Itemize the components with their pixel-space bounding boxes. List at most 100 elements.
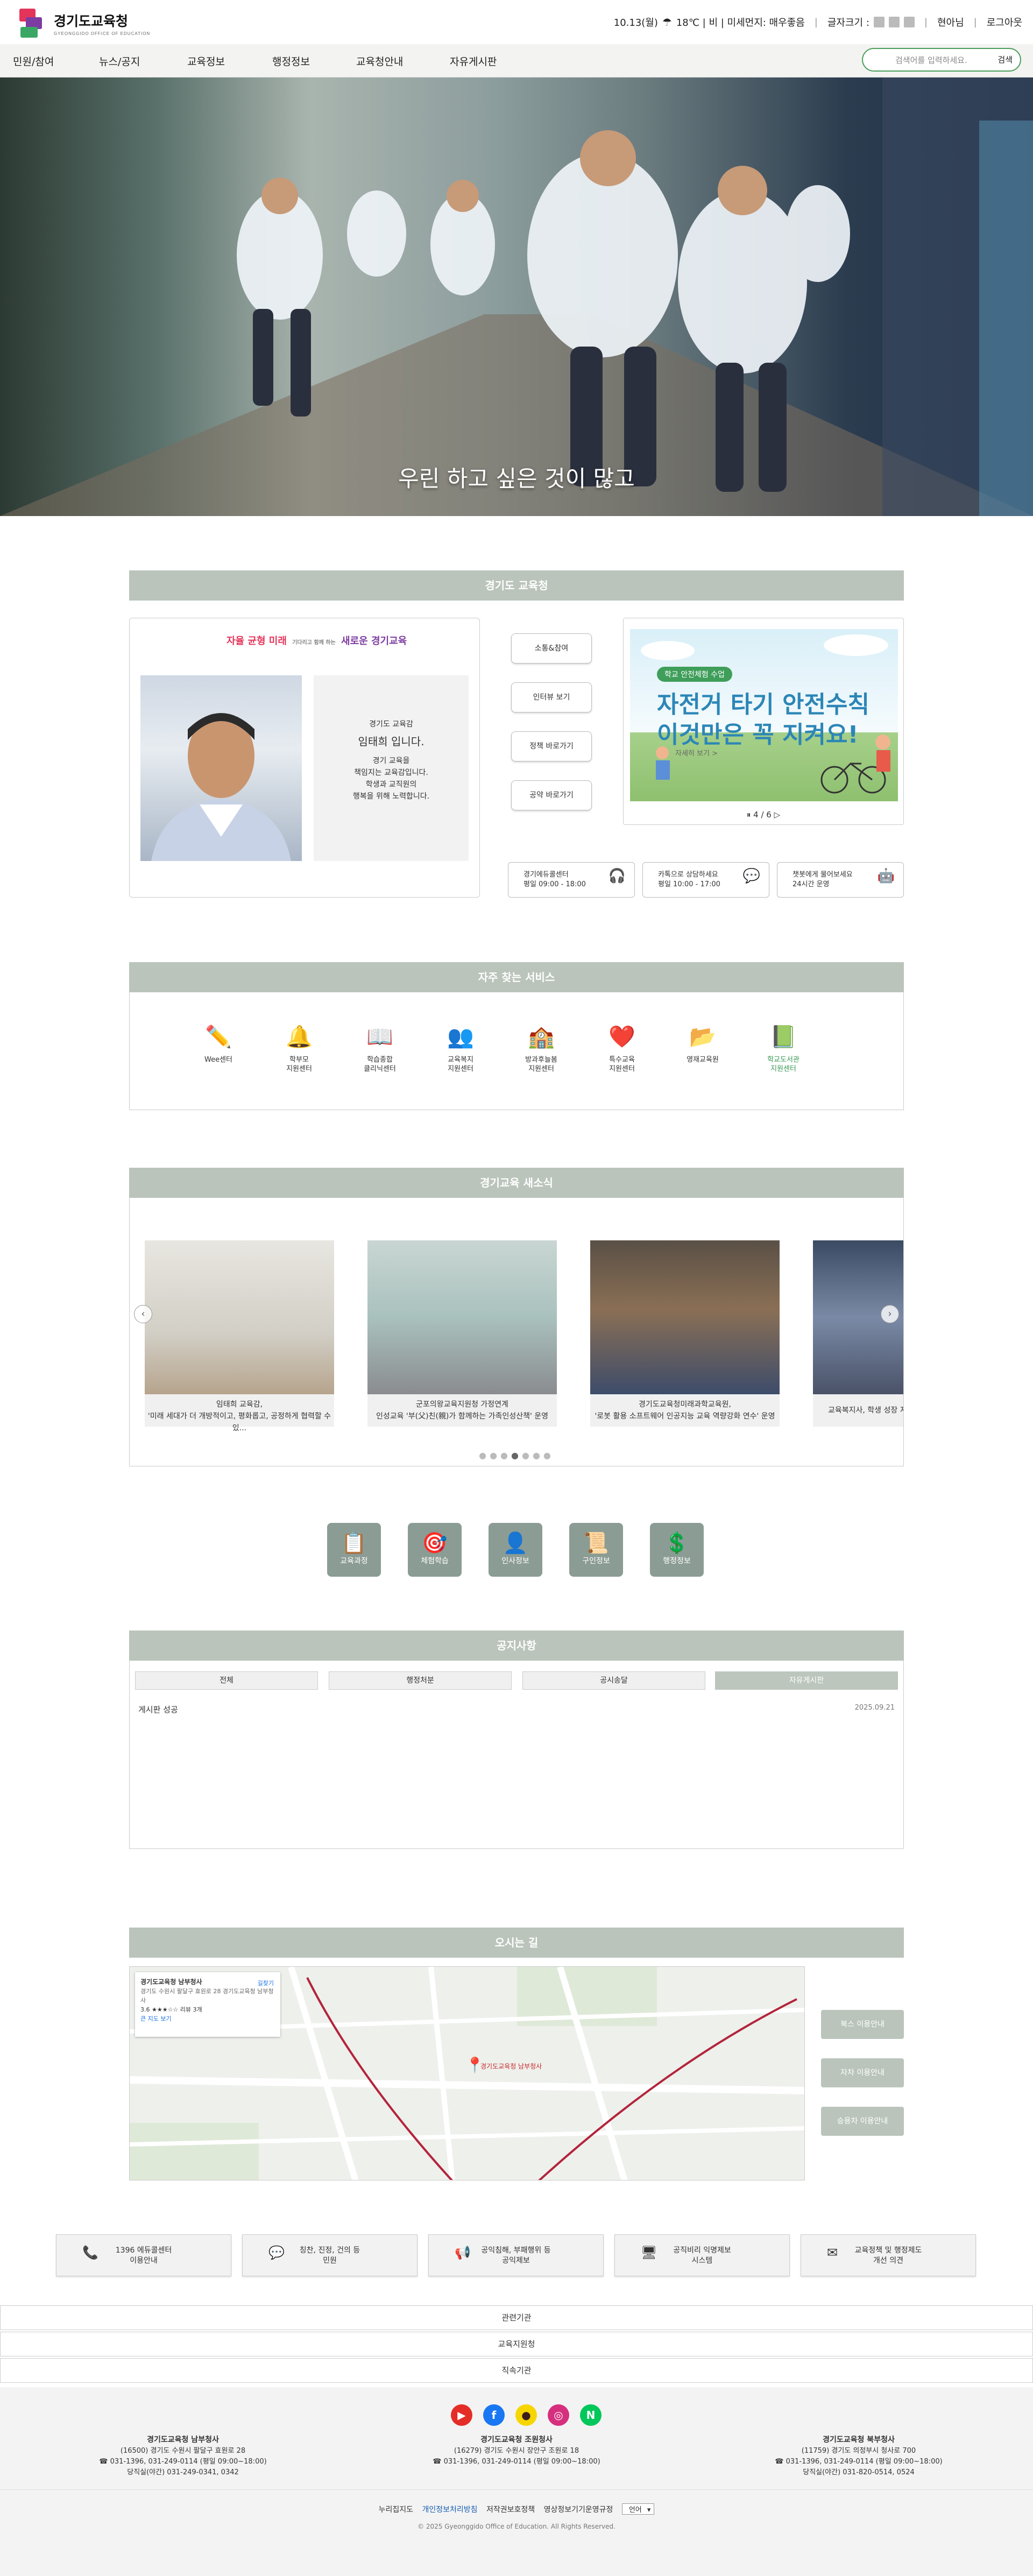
copyright: © 2025 Gyeonggido Office of Education. A… — [418, 2523, 615, 2530]
edu-support-toggle[interactable]: 교육지원청 — [0, 2332, 1033, 2356]
pause-icon[interactable]: ⏸ — [747, 810, 751, 820]
services-panel: ✏️ Wee센터 🔔 학부모 지원센터 📖 학습종합 클리닉센터 👥 교육복지 지원센터… — [129, 992, 904, 1110]
prev-arrow-icon[interactable]: ‹ — [134, 1305, 152, 1323]
nav-item-board[interactable]: 자유게시판 — [450, 54, 497, 68]
nav-item-admin[interactable]: 행정정보 — [272, 54, 310, 68]
tab-free-board[interactable]: 자유게시판 — [715, 1671, 898, 1690]
pencil-icon: ✏️ — [205, 1025, 232, 1049]
font-size-reset-button[interactable] — [888, 17, 900, 27]
news-title: 군포의왕교육지원청 가정연계 — [416, 1400, 508, 1409]
service-welfare[interactable]: 👥 교육복지 지원센터 — [431, 1024, 490, 1074]
news-card[interactable]: 임태희 교육감, '미래 세대가 더 개방적이고, 평화롭고, 공정하게 협력할 … — [145, 1240, 334, 1432]
link-anonymous[interactable]: 🖥 공직비리 익명제보 시스템 — [614, 2234, 790, 2276]
section-title-office: 경기도 교육청 — [129, 570, 904, 601]
font-size-down-button[interactable] — [873, 17, 885, 27]
pledge-button[interactable]: 공약 바로가기 — [511, 780, 592, 810]
footer-link-sitemap[interactable]: 누리집지도 — [379, 2506, 413, 2514]
footer-link-cctv[interactable]: 영상정보기기운영규정 — [544, 2506, 613, 2514]
quicklink-curriculum[interactable]: 📋 교육과정 — [327, 1523, 381, 1577]
interview-button[interactable]: 인터뷰 보기 — [511, 682, 592, 712]
service-afterschool[interactable]: 🏫 방과후늘봄 지원센터 — [512, 1024, 571, 1074]
banner-more-link[interactable]: 자세히 보기 > — [675, 747, 718, 758]
link-petition[interactable]: 💬 칭찬, 진정, 건의 등 민원 — [242, 2234, 418, 2276]
section-title-news: 경기교육 새소식 — [129, 1168, 904, 1198]
quicklink-experience[interactable]: 🎯 체험학습 — [408, 1523, 462, 1577]
office-address: (16279) 경기도 수원시 장안구 조원로 18 — [454, 2447, 579, 2455]
bus-guide-button[interactable]: 북스 이용안내 — [821, 2010, 904, 2039]
map-pin-label: 경기도교육청 남부청사 — [480, 2063, 542, 2070]
service-parent[interactable]: 🔔 학부모 지원센터 — [270, 1024, 329, 1074]
kakao-box[interactable]: 카톡으로 상담하세요 평일 10:00 - 17:00 💬 — [642, 862, 769, 898]
footer-link-privacy[interactable]: 개인정보처리방침 — [422, 2506, 477, 2514]
notice-title: 게시판 성공 — [138, 1705, 178, 1714]
play-icon[interactable]: ▷ — [774, 810, 781, 820]
instagram-icon[interactable]: ◎ — [548, 2404, 569, 2426]
call-center-box[interactable]: 경기에듀콜센터 평일 09:00 - 18:00 🎧 — [508, 862, 635, 898]
school-icon: 🏫 — [528, 1025, 555, 1049]
chatbot-box[interactable]: 챗봇에게 물어보세요 24시간 운영 🤖 — [777, 862, 904, 898]
quicklink-admin[interactable]: 💲 행정정보 — [650, 1523, 704, 1577]
banner-pager-text: 4 / 6 — [753, 810, 772, 820]
map-large-link[interactable]: 큰 지도 보기 — [140, 2014, 275, 2023]
news-image — [590, 1240, 780, 1394]
office-name: 경기도교육청 북부청사 — [823, 2436, 895, 2444]
service-wee[interactable]: ✏️ Wee센터 — [189, 1024, 248, 1064]
tab-service[interactable]: 공시송달 — [522, 1671, 705, 1690]
nav-item-news[interactable]: 뉴스/공지 — [99, 54, 140, 68]
policy-button[interactable]: 정책 바로가기 — [511, 731, 592, 761]
promo-banner[interactable]: 학교 안전체험 수업 자전거 타기 안전수칙 이것만은 꼭 지켜요! 자세히 보… — [623, 618, 904, 825]
service-library[interactable]: 📗 학교도서관 지원센터 — [754, 1024, 813, 1074]
service-gifted[interactable]: 📂 영재교육원 — [673, 1024, 732, 1064]
nav-item-about[interactable]: 교육청안내 — [356, 54, 403, 68]
link-policy[interactable]: ✉ 교육정책 및 행정제도 개선 의견 — [801, 2234, 976, 2276]
quicklink-label: 행정정보 — [663, 1557, 691, 1565]
location-map[interactable]: 경기도교육청 남부청사 경기도 수원시 팔달구 효원로 28 경기도교육청 남부… — [129, 1966, 805, 2180]
office-address: (11759) 경기도 의정부시 청사로 700 — [801, 2447, 916, 2455]
facebook-icon[interactable]: f — [483, 2404, 505, 2426]
kakao-icon[interactable]: ● — [515, 2404, 537, 2426]
font-size-up-button[interactable] — [903, 17, 915, 27]
news-card[interactable]: 군포의왕교육지원청 가정연계 인성교육 '부(父)친(親)가 함께하는 가족인성산… — [367, 1240, 557, 1427]
map-directions-link[interactable]: 길찾기 — [258, 1979, 274, 1988]
hero-caption: 우린 하고 싶은 것이 많고 — [398, 465, 635, 492]
news-card[interactable]: 경기도교육청미래과학교육원, '로봇 활용 소프트웨어 인공지능 교육 역량강화 … — [590, 1240, 780, 1427]
news-card[interactable]: 교육복지사, 학생 성장 지원 — [813, 1240, 903, 1427]
hero-photo — [0, 77, 1033, 516]
news-title: 경기도교육청미래과학교육원, — [639, 1400, 731, 1409]
notice-row[interactable]: 게시판 성공 2025.09.21 — [138, 1704, 895, 1715]
quicklink-jobs[interactable]: 📜 구인정보 — [569, 1523, 623, 1577]
office-north: 경기도교육청 북부청사 (11759) 경기도 의정부시 청사로 700 ☎ 0… — [751, 2434, 966, 2478]
site-logo[interactable]: 경기도교육청 GYEONGGIDO OFFICE OF EDUCATION — [18, 8, 150, 39]
target-icon: 🎯 — [422, 1531, 448, 1555]
map-info-card: 경기도교육청 남부청사 경기도 수원시 팔달구 효원로 28 경기도교육청 남부… — [135, 1972, 280, 2037]
carousel-dots[interactable]: ●●●●●●● — [130, 1450, 903, 1460]
link-whistleblow[interactable]: 📢 공익침해, 부패행위 등 공익제보 — [428, 2234, 604, 2276]
related-orgs-toggle[interactable]: 관련기관 — [0, 2305, 1033, 2330]
nav-item-education[interactable]: 교육정보 — [187, 54, 225, 68]
logout-link[interactable]: 로그아웃 — [987, 15, 1022, 29]
naver-icon[interactable]: N — [580, 2404, 602, 2426]
quicklink-personnel[interactable]: 👤 인사정보 — [489, 1523, 542, 1577]
megaphone-icon: 📢 — [455, 2245, 471, 2260]
service-special[interactable]: ❤️ 특수교육 지원센터 — [592, 1024, 652, 1074]
car-guide-button[interactable]: 자차 이용안내 — [821, 2058, 904, 2087]
board-icon: 📋 — [341, 1531, 367, 1555]
service-clinic[interactable]: 📖 학습종합 클리닉센터 — [350, 1024, 409, 1074]
greeting-line: 경기 교육을 — [372, 757, 410, 765]
search-button[interactable]: 검색 — [997, 54, 1013, 65]
greeting-box: 경기도 교육감 임태희 입니다. 경기 교육을 책임지는 교육감입니다. 학생과… — [314, 675, 469, 861]
search-input[interactable]: 검색어를 입력하세요. 검색 — [862, 48, 1021, 72]
greeting-line: 책임지는 교육감입니다. — [354, 768, 428, 777]
direct-orgs-toggle[interactable]: 직속기관 — [0, 2358, 1033, 2383]
service-label: 학습종합 클리닉센터 — [364, 1056, 396, 1073]
next-arrow-icon[interactable]: › — [881, 1305, 899, 1323]
link-educall[interactable]: 📞 1396 에듀콜센터 이용안내 — [56, 2234, 231, 2276]
nav-item-petition[interactable]: 민원/참여 — [13, 54, 54, 68]
communication-button[interactable]: 소통&참여 — [511, 633, 592, 664]
youtube-icon[interactable]: ▶ — [451, 2404, 472, 2426]
language-select[interactable]: 언어 ▾ — [621, 2503, 655, 2515]
footer-link-copyright[interactable]: 저작권보호정책 — [486, 2506, 535, 2514]
tab-disposition[interactable]: 행정처분 — [329, 1671, 512, 1690]
vehicle-guide-button[interactable]: 승용차 이용안내 — [821, 2107, 904, 2136]
tab-all[interactable]: 전체 — [135, 1671, 318, 1690]
